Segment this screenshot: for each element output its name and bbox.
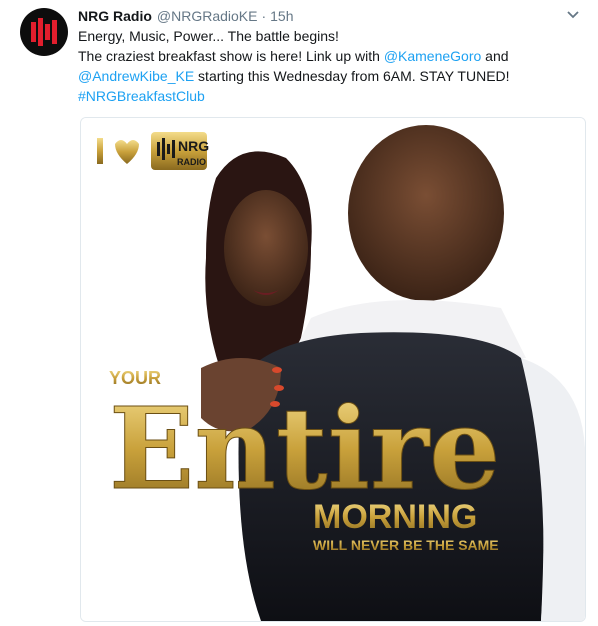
tweet-text-segment: The craziest breakfast show is here! Lin… xyxy=(78,48,384,64)
poster-logo-subtext: RADIO xyxy=(177,157,206,167)
headline-big: Entire xyxy=(109,384,500,515)
tweet-line: @AndrewKibe_KE starting this Wednesday f… xyxy=(78,66,588,86)
display-name[interactable]: NRG Radio xyxy=(78,8,152,24)
tweet[interactable]: NRG Radio @NRGRadioKE · 15h Energy, Musi… xyxy=(0,0,598,626)
face-shape xyxy=(224,190,308,306)
tweet-media-image[interactable]: NRG RADIO YOUR Entire MORNING WILL NEVER… xyxy=(80,117,586,622)
tweet-line: Energy, Music, Power... The battle begin… xyxy=(78,28,339,44)
avatar[interactable] xyxy=(20,8,68,56)
nrg-logo-avatar-icon xyxy=(31,18,57,46)
separator: · xyxy=(261,8,267,24)
headline-morning: MORNING xyxy=(313,498,477,536)
tweet-line: The craziest breakfast show is here! Lin… xyxy=(78,46,588,66)
tweet-content: NRG Radio @NRGRadioKE · 15h Energy, Musi… xyxy=(78,6,588,106)
mention-link[interactable]: @AndrewKibe_KE xyxy=(78,68,194,84)
poster-logo-text: NRG xyxy=(178,138,209,154)
tweet-menu-button[interactable] xyxy=(564,6,582,24)
timestamp[interactable]: 15h xyxy=(270,8,293,24)
headline-tagline: WILL NEVER BE THE SAME xyxy=(313,537,499,553)
tweet-line: #NRGBreakfastClub xyxy=(78,86,588,106)
hashtag-link[interactable]: #NRGBreakfastClub xyxy=(78,88,205,104)
user-handle[interactable]: @NRGRadioKE xyxy=(157,8,258,24)
tweet-header: NRG Radio @NRGRadioKE · 15h xyxy=(78,6,588,26)
tweet-text: Energy, Music, Power... The battle begin… xyxy=(78,26,588,106)
head-shape xyxy=(348,125,504,301)
promo-poster: NRG RADIO YOUR Entire MORNING WILL NEVER… xyxy=(81,118,585,621)
tweet-text-segment: starting this Wednesday from 6AM. STAY T… xyxy=(194,68,510,84)
tweet-text-segment: and xyxy=(481,48,509,64)
chevron-down-icon xyxy=(567,11,579,19)
mention-link[interactable]: @KameneGoro xyxy=(384,48,481,64)
